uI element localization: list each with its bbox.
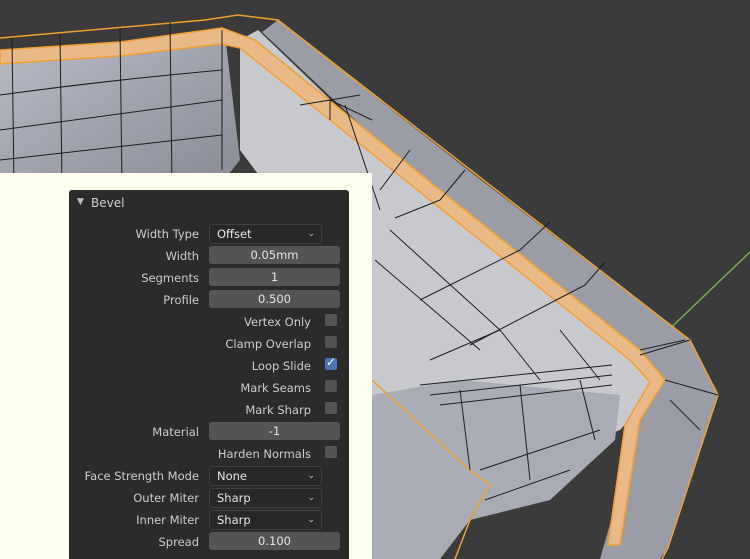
chevron-down-icon: ⌄	[307, 515, 315, 525]
collapse-triangle-icon[interactable]: ▼	[77, 197, 84, 207]
width-row: Width 0.05mm	[69, 245, 349, 267]
face-strength-dropdown[interactable]: None ⌄	[209, 466, 322, 486]
material-field[interactable]: -1	[209, 422, 340, 440]
segments-row: Segments 1	[69, 267, 349, 289]
profile-field[interactable]: 0.500	[209, 290, 340, 308]
mark-sharp-checkbox[interactable]	[325, 402, 337, 414]
clamp-overlap-checkbox[interactable]	[325, 336, 337, 348]
inner-miter-dropdown[interactable]: Sharp ⌄	[209, 510, 322, 530]
bevel-operator-panel: ▼ Bevel Width Type Offset ⌄ Width 0.05mm…	[69, 190, 349, 559]
inner-miter-row: Inner Miter Sharp ⌄	[69, 509, 349, 531]
width-field[interactable]: 0.05mm	[209, 246, 340, 264]
clamp-overlap-row: Clamp Overlap	[69, 333, 349, 355]
segments-field[interactable]: 1	[209, 268, 340, 286]
width-type-row: Width Type Offset ⌄	[69, 223, 349, 245]
clamp-overlap-label: Clamp Overlap	[225, 337, 311, 351]
harden-normals-row: Harden Normals	[69, 443, 349, 465]
mark-sharp-label: Mark Sharp	[245, 403, 311, 417]
panel-header[interactable]: ▼ Bevel	[69, 190, 349, 216]
chevron-down-icon: ⌄	[307, 229, 315, 239]
outer-miter-value: Sharp	[217, 491, 251, 505]
material-row: Material -1	[69, 421, 349, 443]
chevron-down-icon: ⌄	[307, 493, 315, 503]
mark-seams-row: Mark Seams	[69, 377, 349, 399]
panel-title: Bevel	[91, 196, 125, 210]
spread-label: Spread	[158, 535, 200, 549]
outer-miter-row: Outer Miter Sharp ⌄	[69, 487, 349, 509]
harden-normals-label: Harden Normals	[217, 447, 311, 461]
inner-miter-value: Sharp	[217, 513, 251, 527]
inner-miter-label: Inner Miter	[136, 513, 199, 527]
outer-miter-dropdown[interactable]: Sharp ⌄	[209, 488, 322, 508]
spread-field[interactable]: 0.100	[209, 532, 340, 550]
outer-miter-label: Outer Miter	[133, 491, 199, 505]
width-type-label: Width Type	[135, 227, 199, 241]
mark-seams-label: Mark Seams	[240, 381, 311, 395]
profile-label: Profile	[163, 293, 199, 307]
spread-row: Spread 0.100	[69, 531, 349, 553]
vertex-only-checkbox[interactable]	[325, 314, 337, 326]
loop-slide-label: Loop Slide	[251, 359, 311, 373]
profile-row: Profile 0.500	[69, 289, 349, 311]
harden-normals-checkbox[interactable]	[325, 446, 337, 458]
mark-seams-checkbox[interactable]	[325, 380, 337, 392]
loop-slide-checkbox[interactable]: ✓	[325, 355, 337, 370]
vertex-only-label: Vertex Only	[244, 315, 311, 329]
checkmark-icon: ✓	[326, 355, 337, 369]
loop-slide-row: Loop Slide ✓	[69, 355, 349, 377]
face-strength-value: None	[217, 469, 248, 483]
face-strength-row: Face Strength Mode None ⌄	[69, 465, 349, 487]
material-label: Material	[152, 425, 199, 439]
face-strength-label: Face Strength Mode	[84, 469, 199, 483]
width-type-value: Offset	[217, 227, 252, 241]
vertex-only-row: Vertex Only	[69, 311, 349, 333]
segments-label: Segments	[141, 271, 199, 285]
mark-sharp-row: Mark Sharp	[69, 399, 349, 421]
width-type-dropdown[interactable]: Offset ⌄	[209, 224, 322, 244]
width-label: Width	[165, 249, 199, 263]
chevron-down-icon: ⌄	[307, 471, 315, 481]
